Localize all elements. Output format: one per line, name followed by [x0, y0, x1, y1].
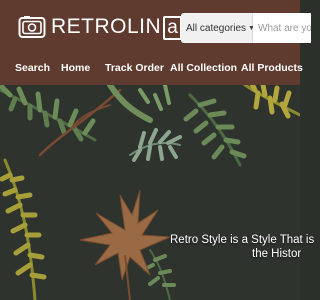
brand-name-box: a: [163, 15, 183, 40]
nav-item-all-collection[interactable]: All Collection: [170, 62, 237, 74]
camera-logo-icon: [18, 16, 46, 38]
brand-logo[interactable]: RETROLIN a: [18, 14, 183, 40]
brand-name: RETROLIN a: [51, 15, 183, 40]
hero-headline: Retro Style is a Style That is: [170, 234, 315, 246]
site-header: RETROLINa All categories ▼ Search Home T…: [0, 0, 311, 85]
nav-item-home[interactable]: Home: [61, 62, 90, 74]
category-select[interactable]: All categories ▼: [181, 13, 255, 43]
hero-foliage-image: [0, 85, 300, 300]
hero-banner: [0, 85, 300, 300]
search-bar: All categories ▼: [181, 13, 311, 43]
search-input[interactable]: [253, 14, 311, 42]
nav-item-track-order[interactable]: Track Order: [105, 62, 164, 74]
main-nav: Search Home Track Order All Collection A…: [0, 53, 303, 83]
hero-subline: the Histor: [252, 248, 302, 260]
nav-item-search[interactable]: Search: [15, 62, 50, 74]
nav-item-all-products[interactable]: All Products: [241, 62, 303, 74]
category-select-label: All categories: [186, 22, 247, 34]
